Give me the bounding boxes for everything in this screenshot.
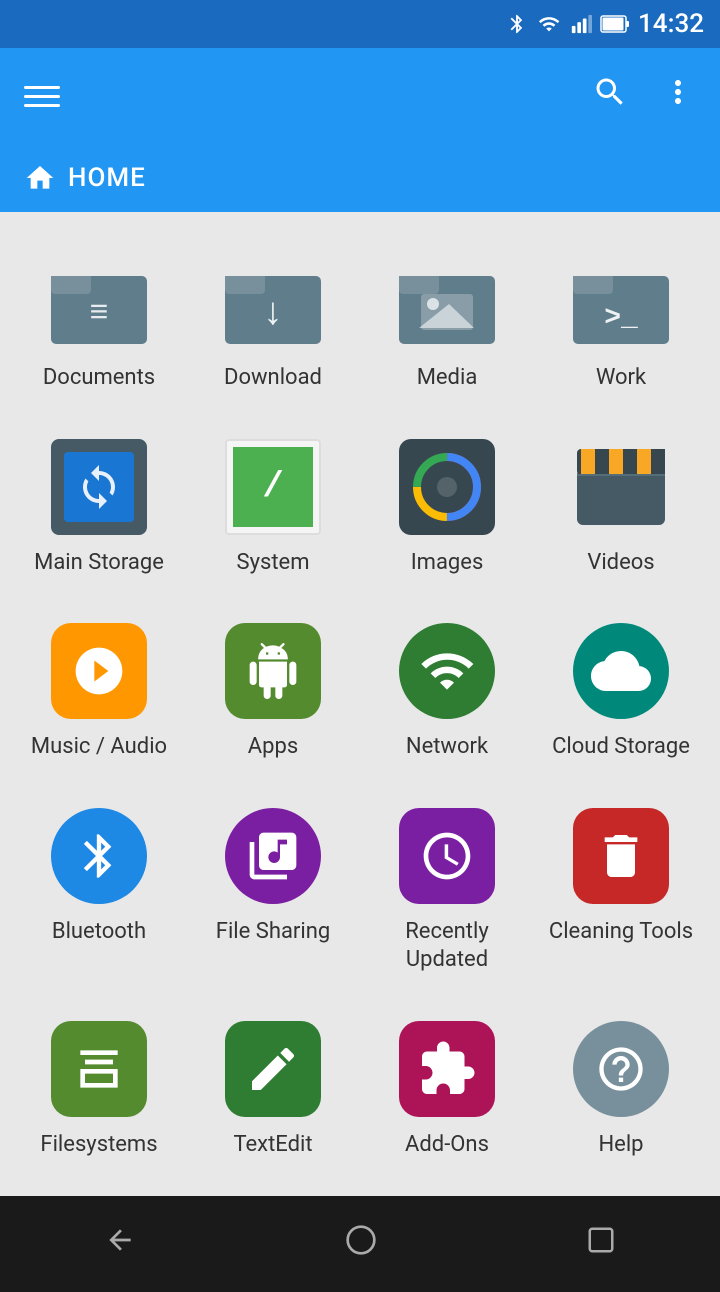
toolbar-right — [592, 74, 696, 118]
bluetooth-label: Bluetooth — [52, 918, 146, 947]
apps-label: Apps — [248, 733, 298, 762]
documents-icon: ≡ — [49, 252, 149, 352]
recently-updated-icon — [397, 806, 497, 906]
recent-apps-button[interactable] — [570, 1209, 632, 1279]
grid-item-help[interactable]: Help — [538, 999, 704, 1176]
music-audio-icon — [49, 621, 149, 721]
media-label: Media — [417, 364, 478, 393]
media-icon — [397, 252, 497, 352]
search-button[interactable] — [592, 74, 628, 118]
grid-item-apps[interactable]: Apps — [190, 601, 356, 778]
work-icon: >_ — [571, 252, 671, 352]
grid-item-file-sharing[interactable]: File Sharing — [190, 786, 356, 991]
download-label: Download — [224, 364, 322, 393]
bluetooth-icon — [49, 806, 149, 906]
svg-text:↓: ↓ — [264, 290, 283, 334]
signal-status-icon — [570, 13, 592, 35]
cloud-storage-icon — [571, 621, 671, 721]
grid-item-system[interactable]: / System — [190, 417, 356, 594]
grid-item-textedit[interactable]: TextEdit — [190, 999, 356, 1176]
music-audio-label: Music / Audio — [31, 733, 167, 762]
home-icon — [24, 162, 56, 194]
add-ons-label: Add-Ons — [405, 1131, 489, 1160]
back-button[interactable] — [88, 1208, 152, 1280]
grid-item-work[interactable]: >_ Work — [538, 232, 704, 409]
add-ons-icon — [397, 1019, 497, 1119]
grid-item-media[interactable]: Media — [364, 232, 530, 409]
system-icon: / — [223, 437, 323, 537]
grid-item-filesystems[interactable]: Filesystems — [16, 999, 182, 1176]
grid-item-download[interactable]: ↓ Download — [190, 232, 356, 409]
help-icon — [571, 1019, 671, 1119]
grid-item-network[interactable]: Network — [364, 601, 530, 778]
images-label: Images — [411, 549, 484, 578]
system-label: System — [237, 549, 310, 578]
main-storage-label: Main Storage — [34, 549, 164, 578]
grid-item-music-audio[interactable]: Music / Audio — [16, 601, 182, 778]
recently-updated-label: Recently Updated — [372, 918, 522, 975]
images-icon — [397, 437, 497, 537]
more-options-button[interactable] — [660, 74, 696, 118]
grid-item-recently-updated[interactable]: Recently Updated — [364, 786, 530, 991]
grid-item-cleaning-tools[interactable]: Cleaning Tools — [538, 786, 704, 991]
grid-item-cloud-storage[interactable]: Cloud Storage — [538, 601, 704, 778]
filesystems-label: Filesystems — [40, 1131, 157, 1160]
status-time: 14:32 — [638, 9, 704, 39]
work-label: Work — [596, 364, 646, 393]
filesystems-icon — [49, 1019, 149, 1119]
file-sharing-label: File Sharing — [216, 918, 330, 947]
wifi-status-icon — [536, 13, 562, 35]
menu-button[interactable] — [24, 86, 60, 107]
grid-item-main-storage[interactable]: Main Storage — [16, 417, 182, 594]
battery-status-icon — [600, 13, 630, 35]
bluetooth-status-icon — [506, 13, 528, 35]
grid-item-videos[interactable]: Videos — [538, 417, 704, 594]
documents-label: Documents — [43, 364, 155, 393]
textedit-icon — [223, 1019, 323, 1119]
toolbar — [0, 48, 720, 144]
svg-text:>_: >_ — [604, 303, 638, 334]
cloud-storage-label: Cloud Storage — [552, 733, 690, 762]
app-grid: ≡ Documents ↓ Download — [16, 232, 704, 1176]
help-label: Help — [598, 1131, 643, 1160]
breadcrumb-label: Home — [68, 163, 146, 193]
status-bar: 14:32 — [0, 0, 720, 48]
videos-icon — [571, 437, 671, 537]
breadcrumb: Home — [0, 144, 720, 212]
grid-item-documents[interactable]: ≡ Documents — [16, 232, 182, 409]
file-sharing-icon — [223, 806, 323, 906]
grid-container: ≡ Documents ↓ Download — [0, 212, 720, 1196]
apps-icon — [223, 621, 323, 721]
textedit-label: TextEdit — [233, 1131, 312, 1160]
download-icon: ↓ — [223, 252, 323, 352]
status-icons: 14:32 — [506, 9, 704, 39]
grid-item-add-ons[interactable]: Add-Ons — [364, 999, 530, 1176]
grid-item-bluetooth[interactable]: Bluetooth — [16, 786, 182, 991]
network-icon — [397, 621, 497, 721]
grid-item-images[interactable]: Images — [364, 417, 530, 594]
navigation-bar — [0, 1196, 720, 1292]
toolbar-left — [24, 86, 60, 107]
main-storage-icon — [49, 437, 149, 537]
home-nav-button[interactable] — [329, 1208, 393, 1280]
svg-text:≡: ≡ — [90, 292, 109, 330]
cleaning-tools-label: Cleaning Tools — [549, 918, 693, 947]
cleaning-tools-icon — [571, 806, 671, 906]
network-label: Network — [406, 733, 488, 762]
videos-label: Videos — [587, 549, 654, 578]
